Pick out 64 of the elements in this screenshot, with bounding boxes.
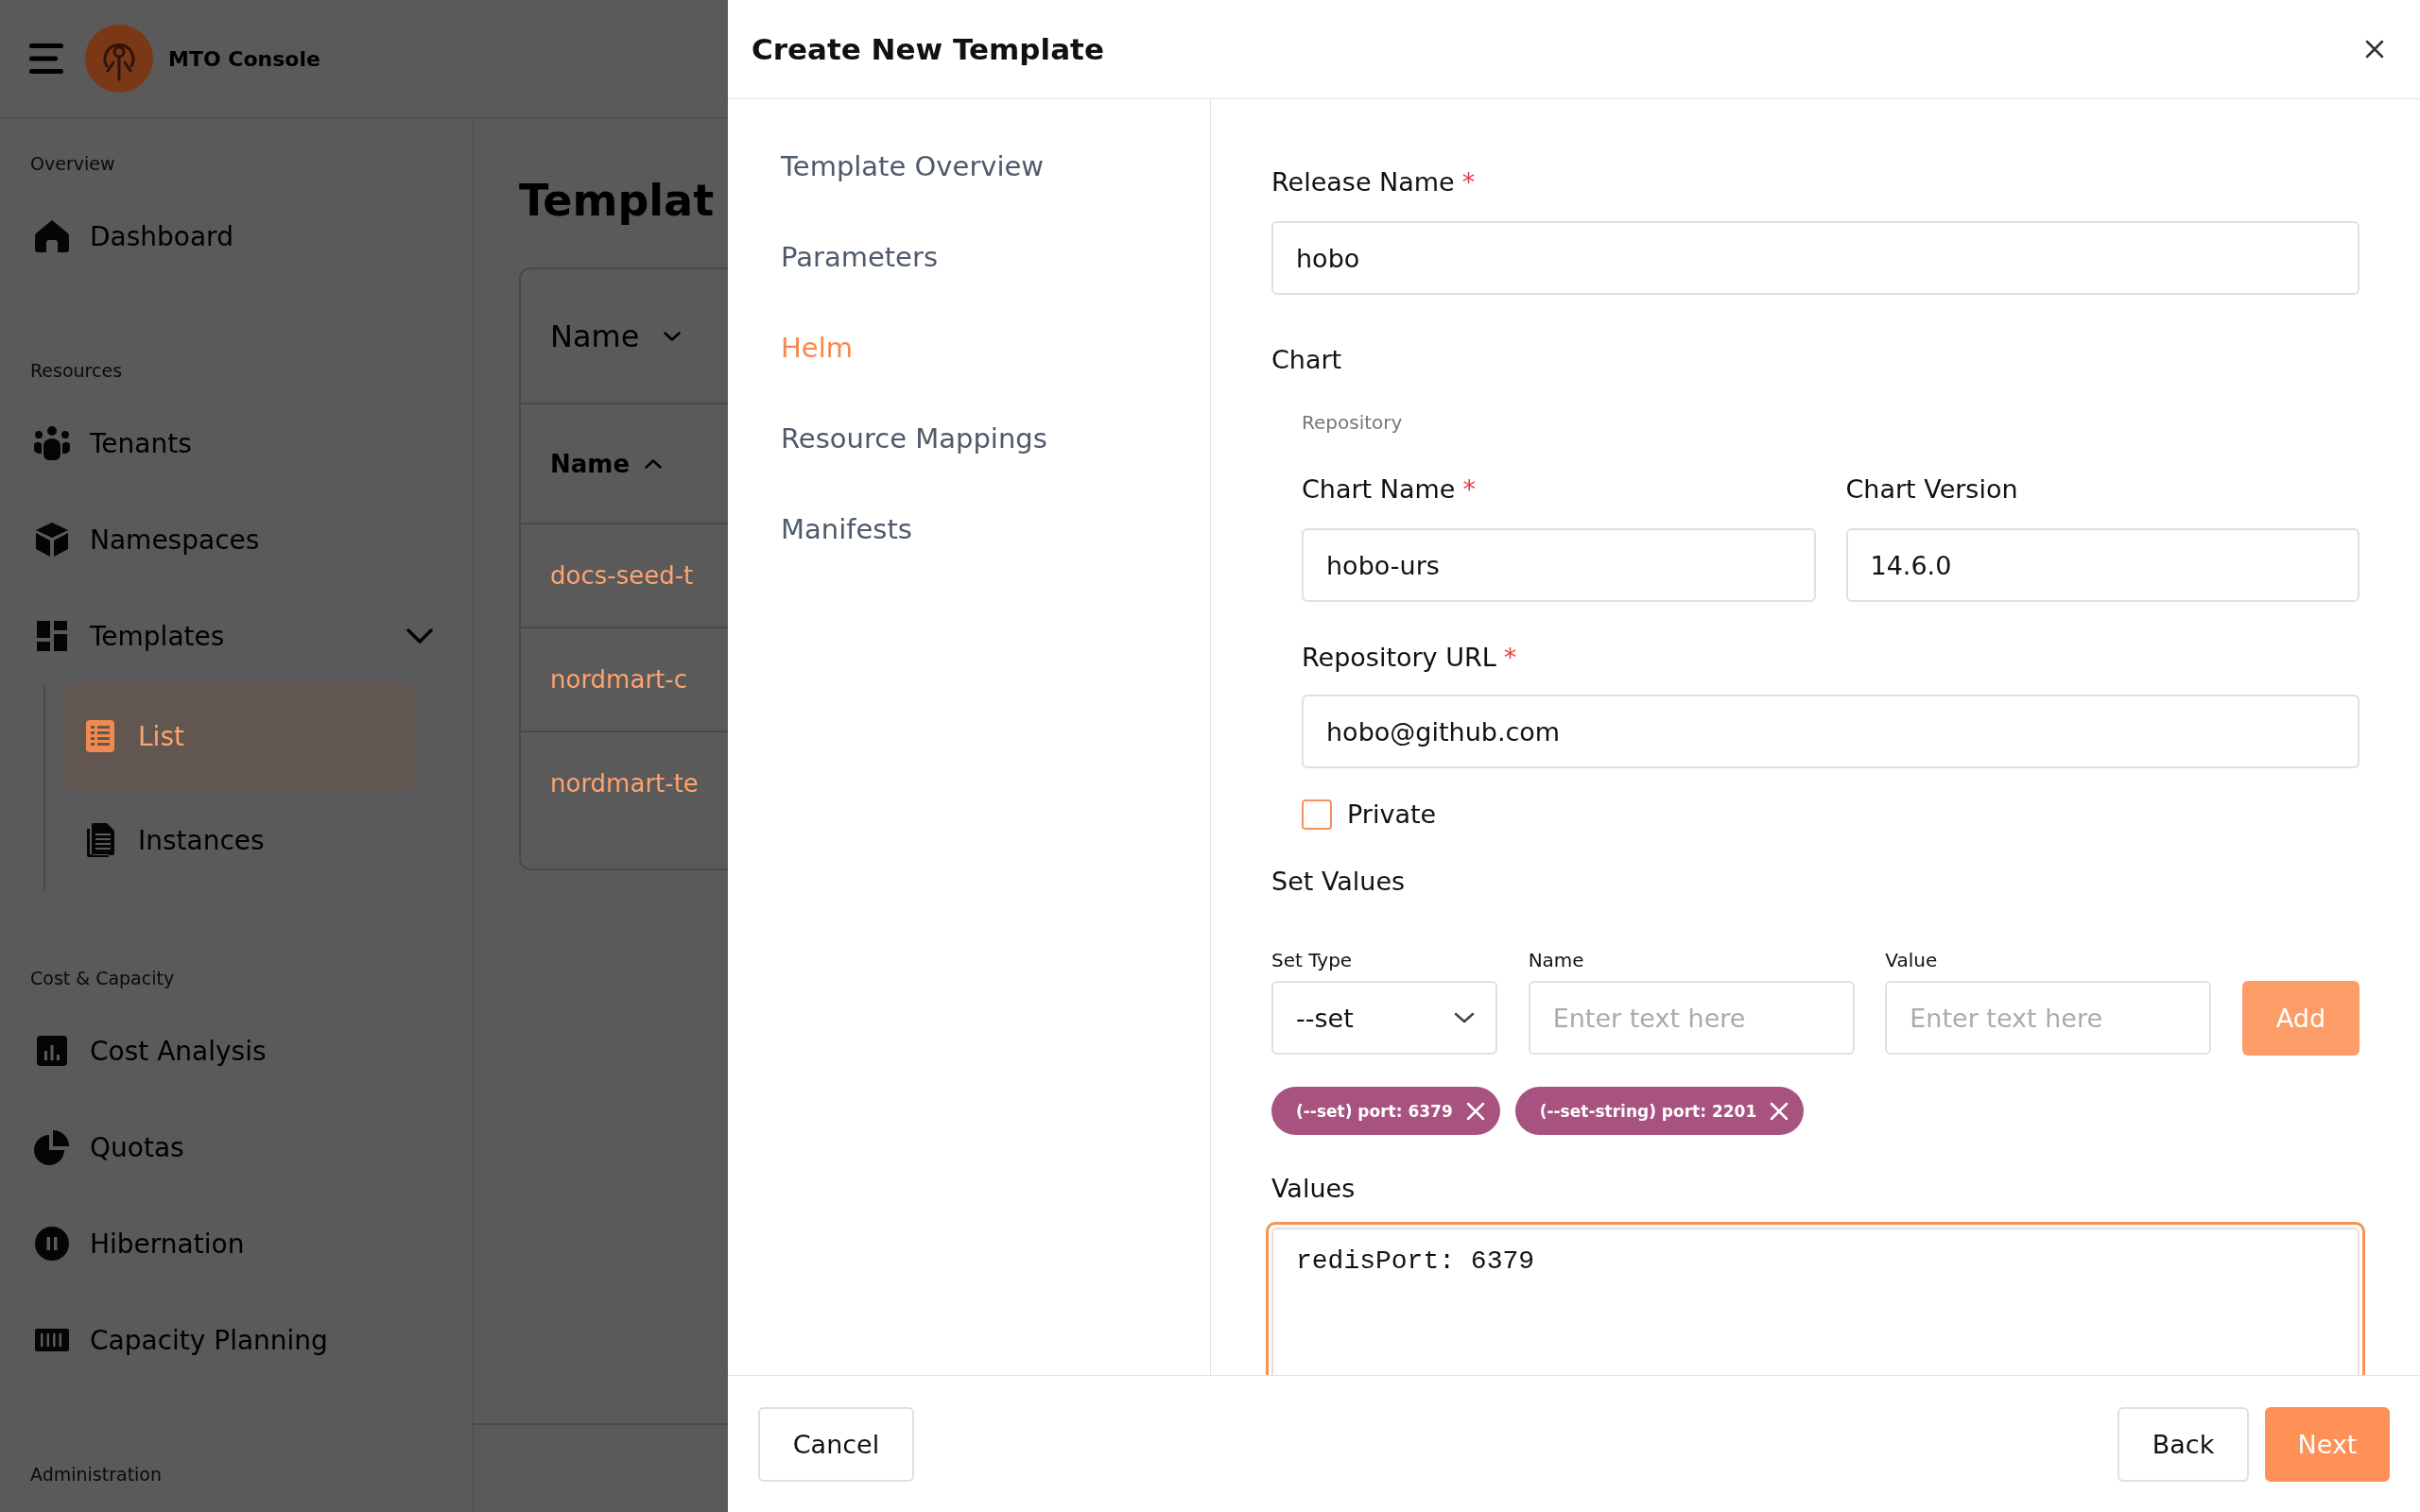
sidebar-item[interactable]: List xyxy=(64,684,416,788)
sidebar-item[interactable]: Namespaces xyxy=(30,491,433,588)
field-label: Value xyxy=(1885,949,1939,971)
step-tab[interactable]: Helm xyxy=(781,302,853,393)
subsection-label: Repository xyxy=(1302,411,1404,434)
filter-dropdown[interactable]: Name xyxy=(550,318,682,354)
column-header[interactable]: Name xyxy=(550,449,663,478)
text-input[interactable]: Enter text here xyxy=(1528,981,1855,1055)
pause-icon xyxy=(33,1225,71,1263)
template-link[interactable]: nordmart-te xyxy=(550,769,699,798)
values-editor[interactable]: redisPort: 6379 xyxy=(1266,1222,2365,1375)
add-button[interactable]: Add xyxy=(2241,981,2360,1056)
back-button[interactable]: Back xyxy=(2118,1406,2249,1482)
close-icon[interactable] xyxy=(2365,40,2384,59)
sidebar-item[interactable]: Tenants xyxy=(30,395,433,491)
sidebar-item[interactable]: Cost Analysis xyxy=(30,1003,433,1099)
section-label: Cost & Capacity xyxy=(30,967,176,990)
text-input[interactable]: 14.6.0 xyxy=(1845,528,2360,602)
chevron-down-icon xyxy=(1454,1012,1475,1023)
text-input[interactable]: hobo@github.com xyxy=(1302,695,2360,768)
field-label: Repository URL * xyxy=(1302,643,1518,673)
page-title: Templat xyxy=(519,177,716,224)
step-tab[interactable]: Template Overview xyxy=(781,121,1045,212)
next-button[interactable]: Next xyxy=(2265,1406,2390,1482)
tag-label: (--set) port: 6379 xyxy=(1296,1101,1453,1121)
text-input[interactable]: Enter text here xyxy=(1885,981,2212,1055)
menu-icon[interactable] xyxy=(29,43,63,74)
sidebar-item[interactable]: Capacity Planning xyxy=(30,1292,433,1388)
sidebar-item[interactable]: Dashboard xyxy=(30,188,433,284)
text-input[interactable]: hobo xyxy=(1271,221,2360,295)
section-heading: Chart xyxy=(1271,345,1343,375)
brand-name: MTO Console xyxy=(168,46,320,71)
field-label: Values xyxy=(1271,1174,1357,1204)
sidebar-item[interactable]: Templates xyxy=(30,588,433,684)
section-heading: Set Values xyxy=(1271,867,1407,897)
field-label: Release Name * xyxy=(1271,167,1477,198)
section-label: Administration xyxy=(30,1463,164,1486)
tag-label: (--set-string) port: 2201 xyxy=(1539,1101,1757,1121)
template-link[interactable]: docs-seed-t xyxy=(550,561,694,590)
checkbox-label[interactable]: Private xyxy=(1347,799,1437,830)
step-tab[interactable]: Resource Mappings xyxy=(781,393,1047,484)
select-dropdown[interactable]: --set xyxy=(1271,981,1497,1055)
sidebar-item[interactable]: Hibernation xyxy=(30,1195,433,1292)
dialog-title: Create New Template xyxy=(752,32,1104,66)
step-tab[interactable]: Manifests xyxy=(781,484,912,575)
sidebar-item[interactable]: Instances xyxy=(64,788,416,892)
template-link[interactable]: nordmart-c xyxy=(550,665,687,694)
cancel-button[interactable]: Cancel xyxy=(758,1406,914,1482)
field-label: Set Type xyxy=(1271,949,1354,971)
sidebar-item[interactable]: Quotas xyxy=(30,1099,433,1195)
people-icon xyxy=(33,424,71,462)
text-input[interactable]: hobo-urs xyxy=(1302,528,1816,602)
cube-icon xyxy=(33,521,71,558)
field-label: Chart Version xyxy=(1845,474,2019,505)
checkbox[interactable] xyxy=(1302,799,1332,830)
home-icon xyxy=(33,217,71,255)
section-label: Overview xyxy=(30,152,116,176)
chevron-down-icon xyxy=(664,331,682,341)
step-tab[interactable]: Parameters xyxy=(781,212,938,302)
pie-chart-icon xyxy=(33,1128,71,1166)
section-label: Resources xyxy=(30,359,124,383)
field-label: Name xyxy=(1528,949,1585,971)
logo-icon xyxy=(85,25,153,93)
field-label: Chart Name * xyxy=(1302,474,1477,505)
